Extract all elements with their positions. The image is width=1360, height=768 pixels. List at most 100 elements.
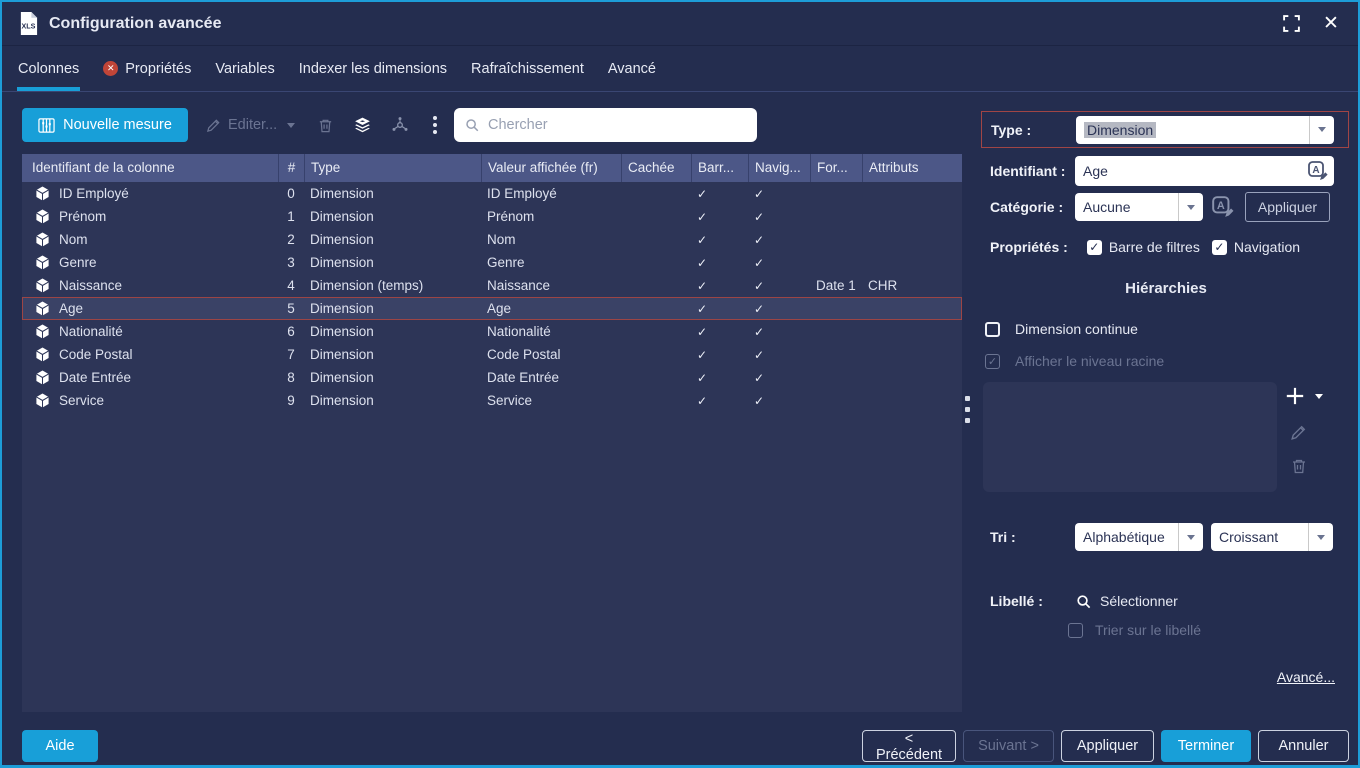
header-identifiant[interactable]: Identifiant de la colonne <box>22 154 278 182</box>
previous-button[interactable]: < Précédent <box>862 730 956 762</box>
delete-hierarchy-icon[interactable] <box>1290 457 1308 475</box>
apply-button[interactable]: Appliquer <box>1061 730 1154 762</box>
column-display-value: Code Postal <box>481 347 621 362</box>
svg-text:A: A <box>1217 200 1225 212</box>
column-identifier-label: Nom <box>59 232 88 247</box>
column-index-value: 2 <box>278 232 304 247</box>
navigation-checkbox-label: Navigation <box>1234 239 1300 255</box>
tab-proprietes[interactable]: ✕ Propriétés <box>103 46 191 92</box>
type-label: Type : <box>991 122 1075 138</box>
chevron-down-icon <box>1178 523 1203 551</box>
edit-pencil-icon <box>205 117 222 134</box>
add-hierarchy-caret-icon[interactable] <box>1315 394 1323 399</box>
column-display-value: ID Employé <box>481 186 621 201</box>
table-row[interactable]: Nationalité 6 Dimension Nationalité ✓ ✓ <box>22 320 962 343</box>
tab-variables[interactable]: Variables <box>215 46 274 92</box>
translate-categorie-icon[interactable]: A <box>1211 195 1235 219</box>
toolbar: Nouvelle mesure Editer... <box>2 98 967 148</box>
column-display-value: Date Entrée <box>481 370 621 385</box>
column-identifier-label: Nationalité <box>59 324 123 339</box>
header-index[interactable]: # <box>278 154 304 182</box>
close-icon[interactable]: ✕ <box>1320 13 1342 35</box>
navigation-check: ✓ <box>748 302 810 316</box>
column-type-value: Dimension <box>304 393 481 408</box>
navigation-check: ✓ <box>748 371 810 385</box>
header-navigation[interactable]: Navig... <box>748 154 810 182</box>
table-row[interactable]: Service 9 Dimension Service ✓ ✓ <box>22 389 962 412</box>
column-type-value: Dimension <box>304 301 481 316</box>
panel-splitter-handle[interactable] <box>965 396 970 423</box>
header-cachee[interactable]: Cachée <box>621 154 691 182</box>
tab-avance[interactable]: Avancé <box>608 46 656 92</box>
cube-icon <box>35 370 50 385</box>
properties-panel: Type : Dimension Identifiant : A C <box>980 98 1352 718</box>
select-label-search-icon <box>1075 593 1092 610</box>
column-type-value: Dimension <box>304 324 481 339</box>
layers-icon[interactable] <box>353 116 372 135</box>
header-barre-filtres[interactable]: Barr... <box>691 154 748 182</box>
show-root-level-label: Afficher le niveau racine <box>1015 353 1164 369</box>
sort-order-dropdown[interactable]: Croissant <box>1211 523 1333 551</box>
sort-mode-dropdown[interactable]: Alphabétique <box>1075 523 1203 551</box>
network-icon[interactable] <box>391 116 409 134</box>
navigation-check: ✓ <box>748 187 810 201</box>
navigation-checkbox[interactable]: ✓ <box>1212 240 1227 255</box>
tab-label: Rafraîchissement <box>471 61 584 77</box>
fullscreen-icon[interactable] <box>1280 13 1302 35</box>
header-format[interactable]: For... <box>810 154 862 182</box>
column-identifier-label: Genre <box>59 255 97 270</box>
tab-colonnes[interactable]: Colonnes <box>18 46 79 92</box>
new-measure-button[interactable]: Nouvelle mesure <box>22 108 188 142</box>
cube-icon <box>35 324 50 339</box>
edit-button[interactable]: Editer... <box>228 117 277 133</box>
column-identifier-label: Date Entrée <box>59 370 131 385</box>
type-dropdown[interactable]: Dimension <box>1076 116 1334 144</box>
next-button[interactable]: Suivant > <box>963 730 1054 762</box>
help-button[interactable]: Aide <box>22 730 98 762</box>
tab-indexer-dimensions[interactable]: Indexer les dimensions <box>299 46 447 92</box>
search-input[interactable] <box>488 117 747 133</box>
tab-label: Variables <box>215 61 274 77</box>
tab-rafraichissement[interactable]: Rafraîchissement <box>471 46 584 92</box>
edit-dropdown-caret-icon[interactable] <box>287 123 295 128</box>
avance-link[interactable]: Avancé... <box>1277 669 1335 685</box>
column-type-value: Dimension (temps) <box>304 278 481 293</box>
table-row[interactable]: Genre 3 Dimension Genre ✓ ✓ <box>22 251 962 274</box>
table-row[interactable]: Date Entrée 8 Dimension Date Entrée ✓ ✓ <box>22 366 962 389</box>
delete-icon[interactable] <box>317 117 334 134</box>
column-display-value: Prénom <box>481 209 621 224</box>
filter-bar-checkbox-label: Barre de filtres <box>1109 239 1200 255</box>
attributs-value: CHR <box>862 278 962 293</box>
dimension-continue-checkbox[interactable] <box>985 322 1000 337</box>
categorie-dropdown[interactable]: Aucune <box>1075 193 1203 221</box>
table-row[interactable]: Prénom 1 Dimension Prénom ✓ ✓ <box>22 205 962 228</box>
header-type[interactable]: Type <box>304 154 481 182</box>
column-index-value: 6 <box>278 324 304 339</box>
navigation-check: ✓ <box>748 233 810 247</box>
table-row[interactable]: Code Postal 7 Dimension Code Postal ✓ ✓ <box>22 343 962 366</box>
column-display-value: Genre <box>481 255 621 270</box>
translate-icon[interactable]: A <box>1307 160 1329 185</box>
finish-button[interactable]: Terminer <box>1161 730 1251 762</box>
table-row[interactable]: Age 5 Dimension Age ✓ ✓ <box>22 297 962 320</box>
edit-hierarchy-icon[interactable] <box>1289 423 1308 442</box>
header-valeur-affichee[interactable]: Valeur affichée (fr) <box>481 154 621 182</box>
chevron-down-icon <box>1308 523 1333 551</box>
svg-text:A: A <box>1312 165 1319 176</box>
table-row[interactable]: Naissance 4 Dimension (temps) Naissance … <box>22 274 962 297</box>
table-header: Identifiant de la colonne # Type Valeur … <box>22 154 962 182</box>
table-row[interactable]: Nom 2 Dimension Nom ✓ ✓ <box>22 228 962 251</box>
table-row[interactable]: ID Employé 0 Dimension ID Employé ✓ ✓ <box>22 182 962 205</box>
cancel-button[interactable]: Annuler <box>1258 730 1349 762</box>
identifiant-input[interactable] <box>1075 156 1334 186</box>
hierarchies-list[interactable] <box>983 382 1277 492</box>
tab-label: Propriétés <box>125 61 191 77</box>
header-attributs[interactable]: Attributs <box>862 154 962 182</box>
sort-mode-value: Alphabétique <box>1075 529 1178 545</box>
appliquer-categorie-button[interactable]: Appliquer <box>1245 192 1330 222</box>
select-label-action[interactable]: Sélectionner <box>1100 593 1178 609</box>
search-box <box>454 108 757 142</box>
filter-bar-checkbox[interactable]: ✓ <box>1087 240 1102 255</box>
more-options-kebab-icon[interactable] <box>430 116 440 134</box>
add-hierarchy-button[interactable] <box>1285 386 1323 406</box>
